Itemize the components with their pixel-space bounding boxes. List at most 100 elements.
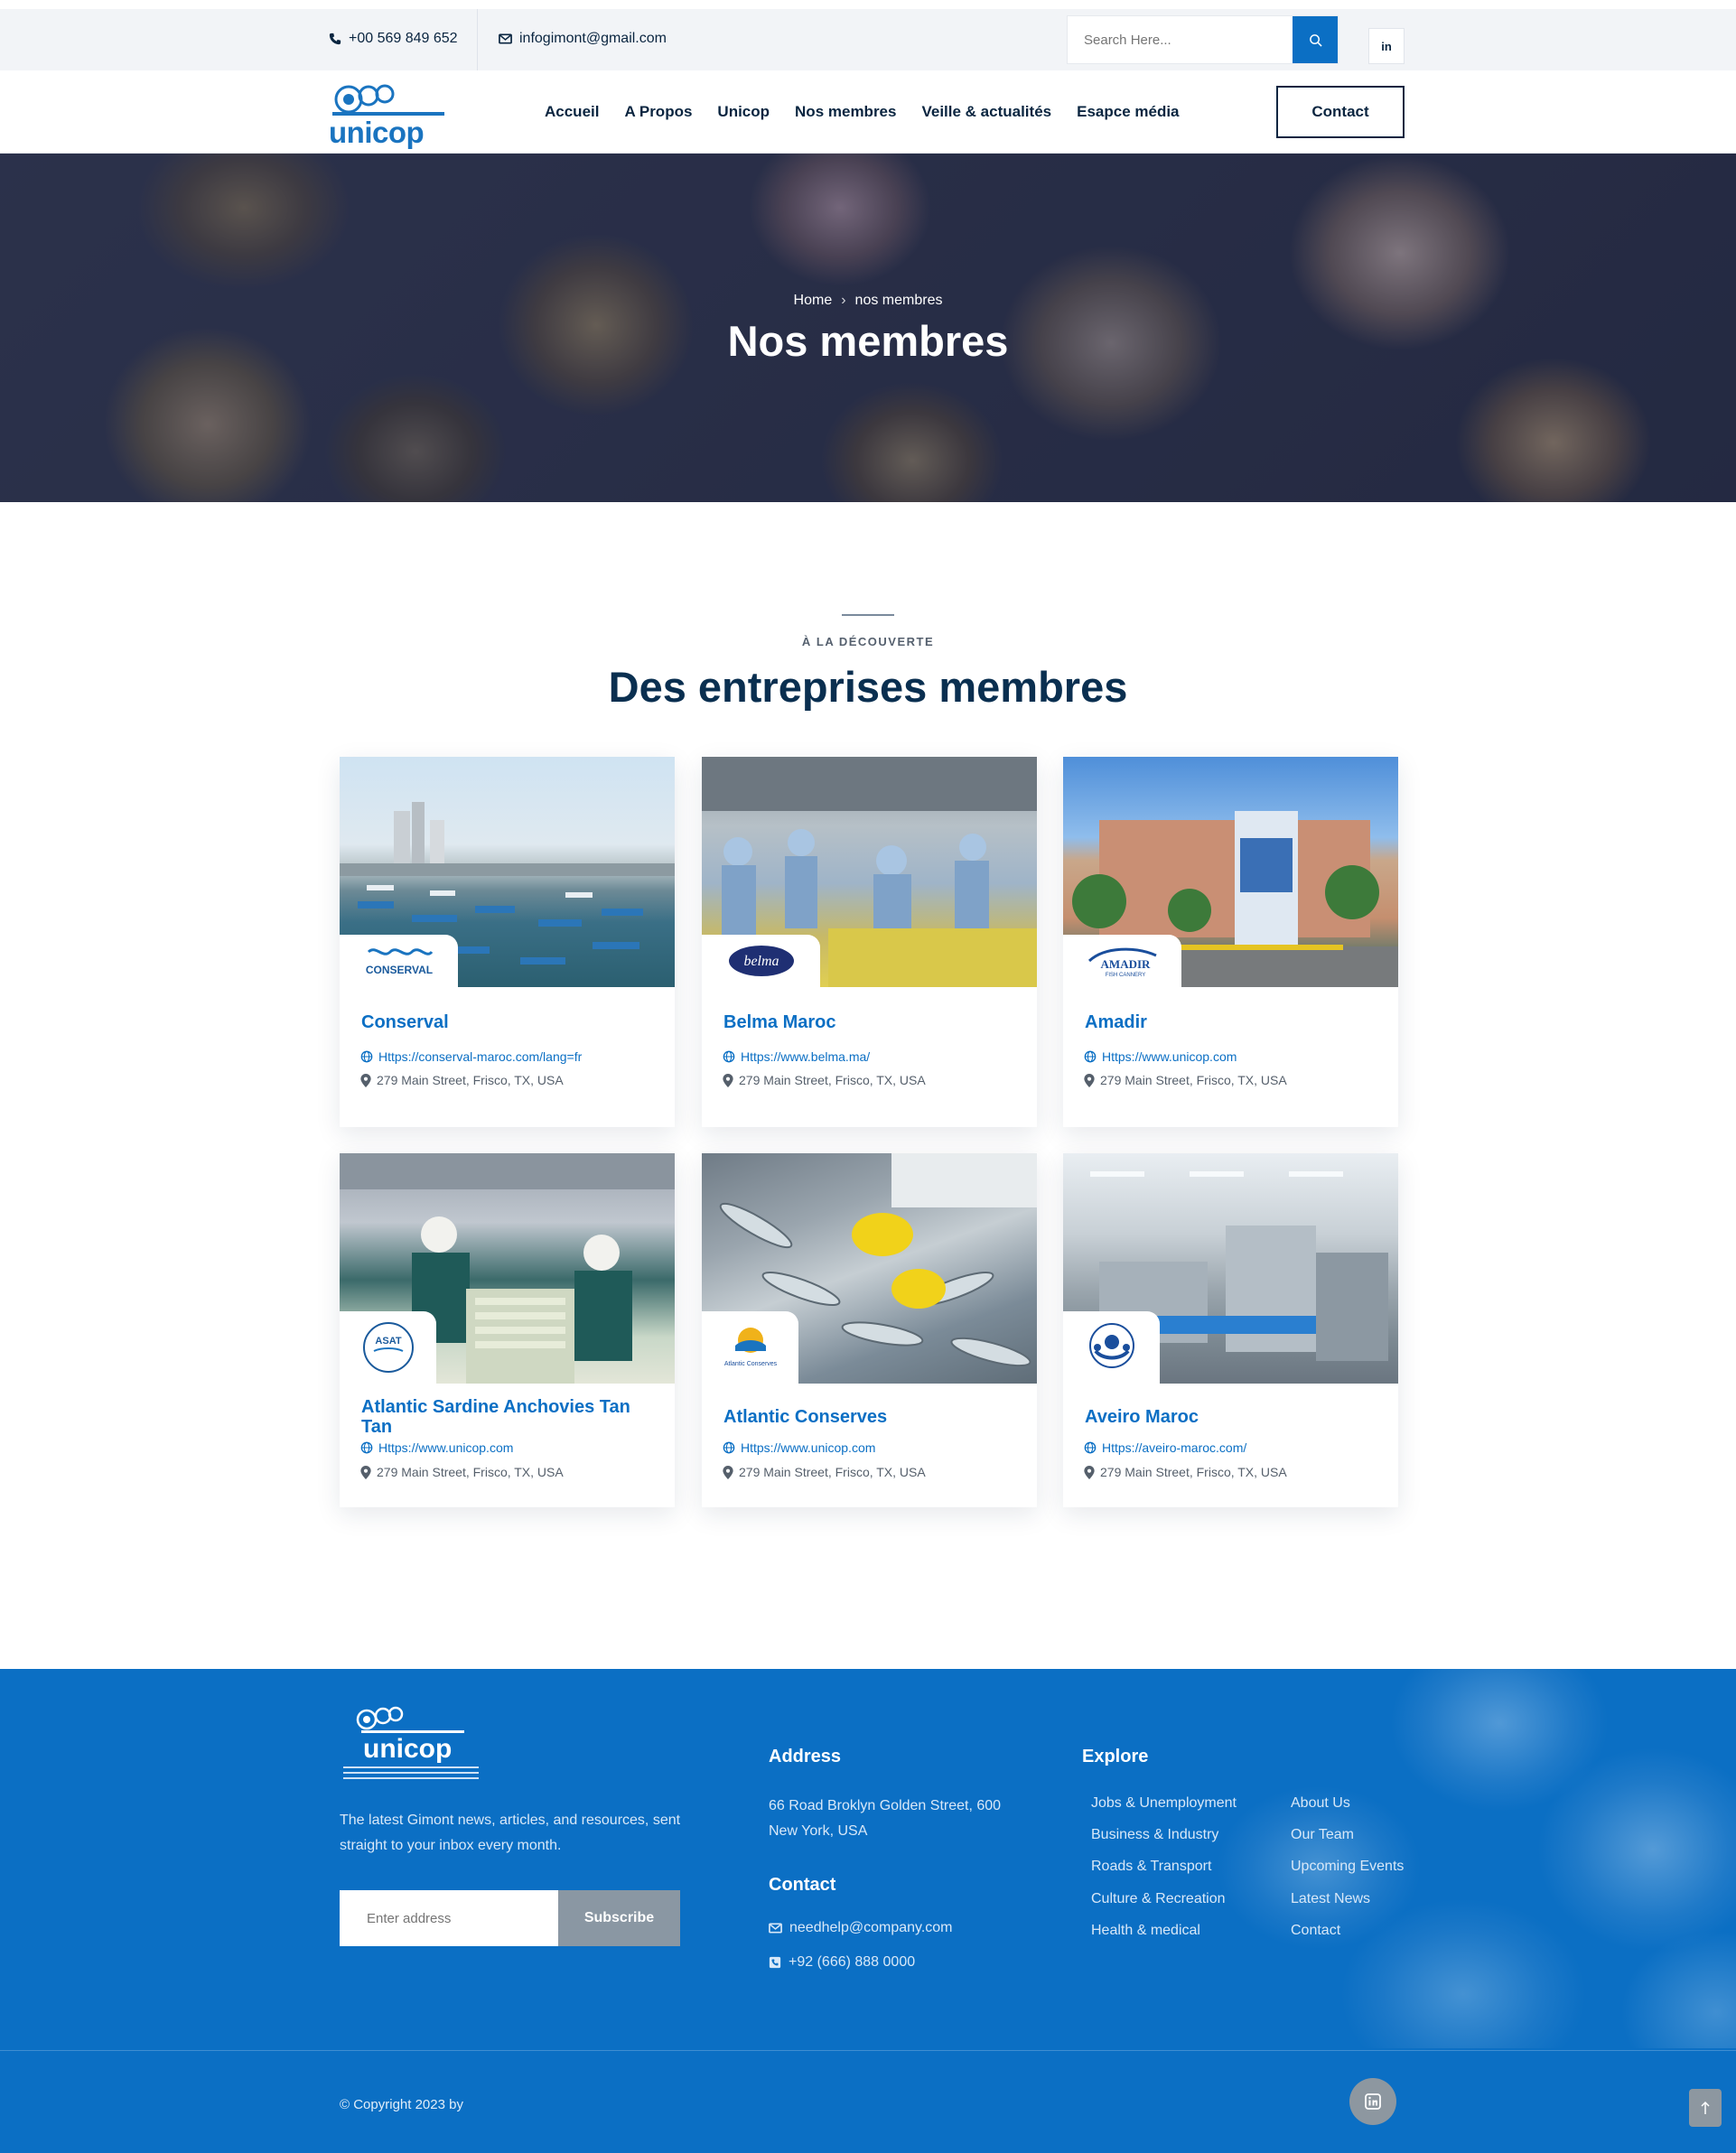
member-photo: CONSERVAL (340, 757, 675, 987)
member-name[interactable]: Amadir (1085, 1012, 1383, 1032)
breadcrumb: Home › nos membres (0, 293, 1736, 309)
member-name[interactable]: Belma Maroc (723, 1012, 1022, 1032)
member-card[interactable]: AMADIR FISH CANNERY Amadir Https://www.un… (1063, 757, 1398, 1127)
nav-link-nos-membres[interactable]: Nos membres (795, 103, 896, 121)
explore-link[interactable]: Culture & Recreation (1091, 1891, 1226, 1907)
topbar-email[interactable]: infogimont@gmail.com (499, 31, 667, 47)
member-address: 279 Main Street, Frisco, TX, USA (360, 1465, 564, 1479)
site-logo[interactable]: unicop (329, 78, 448, 149)
contact-button[interactable]: Contact (1276, 86, 1405, 138)
explore-link[interactable]: Contact (1291, 1923, 1340, 1939)
member-name[interactable]: Atlantic Sardine Anchovies Tan Tan (361, 1397, 659, 1437)
search-input[interactable] (1068, 16, 1293, 63)
member-card[interactable]: belma Belma Maroc Https://www.belma.ma/ … (702, 757, 1037, 1127)
breadcrumb-separator: › (841, 293, 846, 308)
search-button[interactable] (1293, 16, 1338, 63)
breadcrumb-current: nos membres (854, 293, 943, 308)
pin-icon (723, 1465, 733, 1479)
explore-link[interactable]: Latest News (1291, 1891, 1370, 1907)
member-name[interactable]: Atlantic Conserves (723, 1407, 1022, 1427)
member-website[interactable]: Https://www.unicop.com (723, 1440, 875, 1455)
member-name[interactable]: Aveiro Maroc (1085, 1407, 1383, 1427)
pin-icon (360, 1073, 371, 1087)
globe-icon (723, 1050, 735, 1063)
newsletter-email-input[interactable] (340, 1890, 558, 1946)
linkedin-icon: in (1381, 39, 1392, 53)
footer-contact-phone[interactable]: +92 (666) 888 0000 (769, 1954, 915, 1971)
explore-link[interactable]: Roads & Transport (1091, 1859, 1211, 1875)
globe-icon (723, 1441, 735, 1454)
member-logo: AMADIR FISH CANNERY (1063, 935, 1181, 987)
member-address: 279 Main Street, Frisco, TX, USA (360, 1073, 564, 1087)
subscribe-button[interactable]: Subscribe (558, 1890, 680, 1946)
footer-linkedin-button[interactable] (1349, 2078, 1396, 2125)
logo-mark-icon (332, 84, 444, 116)
footer-logo[interactable]: unicop (340, 1703, 482, 1786)
member-photo: ASAT (340, 1153, 675, 1384)
member-logo: ASAT (340, 1311, 436, 1384)
explore-link[interactable]: Our Team (1291, 1827, 1354, 1843)
member-address-text: 279 Main Street, Frisco, TX, USA (1100, 1073, 1287, 1087)
linkedin-icon (1365, 2093, 1381, 2110)
nav-link-veille[interactable]: Veille & actualités (921, 103, 1051, 121)
mail-icon (769, 1923, 782, 1934)
member-card[interactable]: CONSERVAL Conserval Https://conserval-ma… (340, 757, 675, 1127)
nav-link-a-propos[interactable]: A Propos (624, 103, 692, 121)
pin-icon (1084, 1465, 1095, 1479)
belma-logo-icon: belma (728, 946, 794, 976)
breadcrumb-home[interactable]: Home (794, 293, 833, 308)
svg-text:CONSERVAL: CONSERVAL (365, 964, 432, 976)
explore-link[interactable]: Health & medical (1091, 1923, 1200, 1939)
member-website[interactable]: Https://www.unicop.com (1084, 1049, 1237, 1064)
member-website-text: Https://www.unicop.com (741, 1440, 876, 1455)
phone-icon (769, 1956, 781, 1969)
member-website-text: Https://www.unicop.com (378, 1440, 514, 1455)
member-card[interactable]: Atlantic Conserves Atlantic Conserves Ht… (702, 1153, 1037, 1507)
nav-link-unicop[interactable]: Unicop (717, 103, 770, 121)
svg-text:ASAT: ASAT (375, 1336, 401, 1347)
member-website[interactable]: Https://www.belma.ma/ (723, 1049, 870, 1064)
phone-icon (329, 33, 341, 45)
member-website[interactable]: Https://aveiro-maroc.com/ (1084, 1440, 1246, 1455)
member-address-text: 279 Main Street, Frisco, TX, USA (739, 1073, 926, 1087)
member-card[interactable]: ASAT Atlantic Sardine Anchovies Tan Tan … (340, 1153, 675, 1507)
member-name[interactable]: Conserval (361, 1012, 659, 1032)
search-icon (1309, 33, 1322, 47)
page-title: Nos membres (727, 317, 1009, 365)
member-logo (1063, 1311, 1160, 1384)
topbar-phone[interactable]: +00 569 849 652 (329, 31, 458, 47)
nav-link-espace-media[interactable]: Esapce média (1077, 103, 1179, 121)
explore-link[interactable]: Jobs & Unemployment (1091, 1795, 1237, 1812)
member-card[interactable]: Aveiro Maroc Https://aveiro-maroc.com/ 2… (1063, 1153, 1398, 1507)
explore-link[interactable]: About Us (1291, 1795, 1350, 1812)
linkedin-button[interactable]: in (1368, 28, 1405, 64)
member-website[interactable]: Https://www.unicop.com (360, 1440, 513, 1455)
member-address: 279 Main Street, Frisco, TX, USA (723, 1465, 926, 1479)
member-photo (1063, 1153, 1398, 1384)
aveiro-logo-icon (1088, 1323, 1134, 1368)
globe-icon (360, 1441, 373, 1454)
topbar-divider (477, 9, 478, 70)
amadir-logo-icon: AMADIR FISH CANNERY (1087, 947, 1157, 978)
asat-logo-icon: ASAT (362, 1322, 414, 1373)
contact-heading: Contact (769, 1875, 836, 1895)
footer-contact-email-text: needhelp@company.com (789, 1920, 953, 1935)
explore-heading: Explore (1082, 1747, 1149, 1766)
copyright-text: © Copyright 2023 by (340, 2097, 463, 2112)
newsletter-form: Subscribe (340, 1890, 680, 1946)
globe-icon (1084, 1441, 1097, 1454)
main-nav: unicop Accueil A Propos Unicop Nos membr… (0, 70, 1736, 154)
explore-link[interactable]: Upcoming Events (1291, 1859, 1404, 1875)
scroll-to-top-button[interactable] (1689, 2089, 1722, 2127)
member-website[interactable]: Https://conserval-maroc.com/lang=fr (360, 1049, 582, 1064)
svg-text:AMADIR: AMADIR (1100, 957, 1150, 971)
member-logo: Atlantic Conserves (702, 1311, 798, 1384)
footer-contact-email[interactable]: needhelp@company.com (769, 1920, 953, 1936)
nav-link-accueil[interactable]: Accueil (545, 103, 599, 121)
member-photo: belma (702, 757, 1037, 987)
topbar-phone-text: +00 569 849 652 (349, 31, 458, 46)
member-website-text: Https://www.unicop.com (1102, 1049, 1237, 1064)
hero-banner: Home › nos membres Nos membres (0, 154, 1736, 502)
explore-link[interactable]: Business & Industry (1091, 1827, 1218, 1843)
section-subtitle: À LA DÉCOUVERTE (801, 635, 935, 648)
